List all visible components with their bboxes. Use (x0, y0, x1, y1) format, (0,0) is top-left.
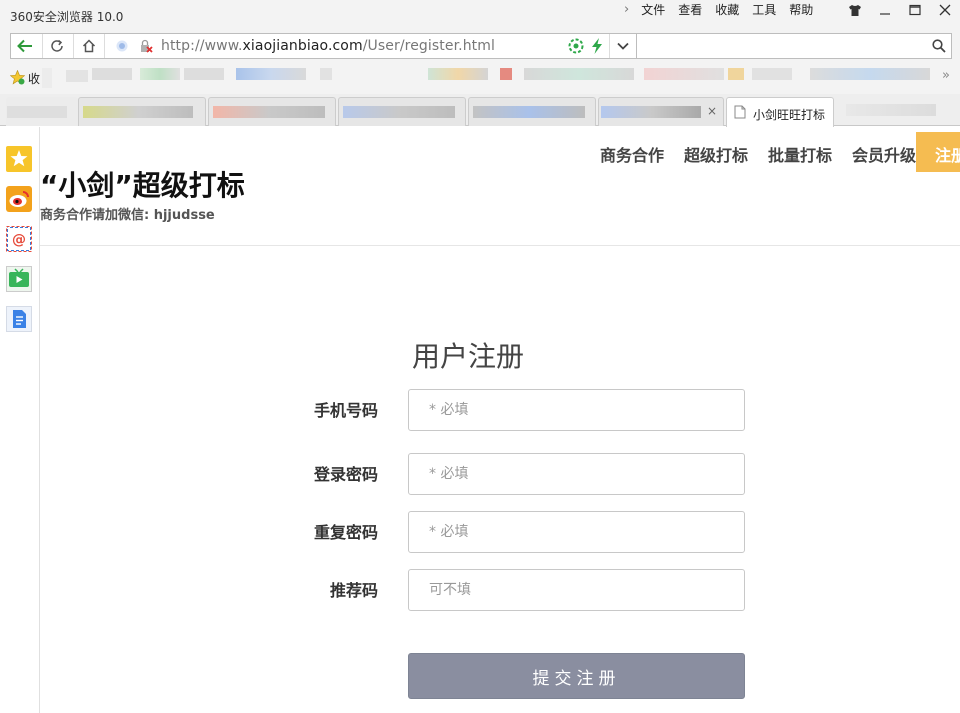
browser-sidebar: @ (0, 127, 40, 713)
tab-active[interactable]: 小剑旺旺打标 (726, 97, 834, 127)
label-repeat-password: 重复密码 (313, 523, 378, 542)
search-field[interactable] (636, 33, 952, 59)
url-host: xiaojianbiao.com (242, 38, 363, 54)
bookmark-blurred[interactable] (140, 68, 180, 80)
label-referral-code: 推荐码 (329, 581, 378, 600)
navigation-bar: http://www.xiaojianbiao.com/User/registe… (0, 30, 960, 62)
minimize-icon[interactable] (870, 0, 900, 20)
close-tab-icon[interactable]: × (707, 104, 717, 118)
submit-register-button[interactable]: 提交注册 (408, 653, 745, 699)
page-document-icon (734, 105, 746, 122)
browser-title-bar: 360安全浏览器 10.0 › 文件 查看 收藏 工具 帮助 (0, 0, 960, 30)
favorites-bar: 收 » (0, 62, 960, 94)
site-top-nav: 商务合作 超级打标 批量打标 会员升级 (580, 142, 916, 166)
bookmark-blurred[interactable] (184, 68, 224, 80)
home-icon[interactable] (75, 34, 103, 58)
more-bookmarks-chevron-icon[interactable]: » (942, 68, 950, 83)
tab-blurred[interactable] (846, 104, 936, 116)
window-controls (840, 0, 960, 20)
phone-input[interactable] (408, 389, 745, 431)
refresh-icon[interactable] (43, 34, 71, 58)
bookmark-blurred[interactable] (42, 68, 52, 88)
address-dropdown-chevron-icon[interactable] (609, 34, 637, 58)
menu-favorites[interactable]: 收藏 (715, 2, 739, 18)
tab-blurred[interactable] (338, 97, 466, 126)
favorites-label[interactable]: 收 (28, 70, 40, 87)
insecure-lock-icon[interactable] (132, 34, 160, 58)
register-button[interactable]: 注册 (916, 132, 960, 172)
page-viewport: “小剑”超级打标 商务合作请加微信: hjjudsse 商务合作 超级打标 批量… (40, 127, 960, 713)
label-login-password: 登录密码 (313, 465, 378, 484)
bookmark-blurred[interactable] (320, 68, 332, 80)
tab-strip: × 小剑旺旺打标 (0, 94, 960, 127)
bookmark-blurred[interactable] (236, 68, 306, 80)
sidebar-mail-icon[interactable]: @ (5, 225, 33, 253)
form-title: 用户注册 (412, 340, 525, 373)
bookmark-blurred[interactable] (752, 68, 792, 80)
address-bar: http://www.xiaojianbiao.com/User/registe… (10, 33, 637, 59)
address-url[interactable]: http://www.xiaojianbiao.com/User/registe… (161, 38, 495, 54)
repeat-password-input[interactable] (408, 511, 745, 553)
menu-tools[interactable]: 工具 (752, 2, 776, 18)
referral-code-input[interactable] (408, 569, 745, 611)
sidebar-favorites-star-icon[interactable] (5, 145, 33, 173)
bookmark-blurred[interactable] (92, 68, 132, 80)
bookmark-blurred[interactable] (66, 70, 88, 82)
separator (104, 34, 105, 58)
menu-collapse-chevron-icon[interactable]: › (624, 2, 629, 18)
nav-business[interactable]: 商务合作 (600, 142, 664, 166)
bookmark-blurred[interactable] (524, 68, 634, 80)
site-brand[interactable]: “小剑”超级打标 (40, 164, 245, 204)
bookmark-blurred[interactable] (644, 68, 724, 80)
maximize-icon[interactable] (900, 0, 930, 20)
tab-blurred[interactable] (6, 97, 78, 126)
menu-view[interactable]: 查看 (678, 2, 702, 18)
tab-label: 小剑旺旺打标 (753, 108, 826, 122)
url-path: /User/register.html (362, 38, 495, 54)
tab-blurred[interactable] (468, 97, 596, 126)
nav-super-mark[interactable]: 超级打标 (684, 142, 748, 166)
brand-subtitle: 商务合作请加微信: hjjudsse (40, 208, 215, 223)
speed-mode-lightning-icon[interactable] (583, 34, 611, 58)
svg-text:@: @ (12, 232, 26, 248)
url-prefix: http://www. (161, 38, 243, 54)
bookmark-blurred[interactable] (428, 68, 488, 80)
browser-title: 360安全浏览器 10.0 (10, 10, 124, 24)
login-password-input[interactable] (408, 453, 745, 495)
header-divider (40, 245, 960, 246)
nav-member-upgrade[interactable]: 会员升级 (852, 142, 916, 166)
browser-menu: › 文件 查看 收藏 工具 帮助 (624, 2, 826, 18)
close-window-icon[interactable] (930, 0, 960, 20)
sidebar-weibo-icon[interactable] (5, 185, 33, 213)
label-phone: 手机号码 (313, 401, 378, 420)
skin-shirt-icon[interactable] (840, 0, 870, 20)
menu-file[interactable]: 文件 (641, 2, 665, 18)
menu-help[interactable]: 帮助 (789, 2, 813, 18)
bookmark-blurred[interactable] (728, 68, 744, 80)
favorites-star-icon[interactable] (9, 69, 26, 88)
sidebar-notes-document-icon[interactable] (5, 305, 33, 333)
tab-blurred[interactable]: × (598, 97, 724, 126)
separator (73, 34, 74, 58)
bookmark-blurred[interactable] (810, 68, 930, 80)
tab-blurred[interactable] (78, 97, 206, 126)
nav-batch-mark[interactable]: 批量打标 (768, 142, 832, 166)
tab-blurred[interactable] (208, 97, 336, 126)
search-icon[interactable] (932, 39, 946, 56)
back-arrow-icon[interactable] (11, 34, 39, 58)
sidebar-video-tv-icon[interactable] (5, 265, 33, 293)
bookmark-blurred[interactable] (500, 68, 512, 80)
